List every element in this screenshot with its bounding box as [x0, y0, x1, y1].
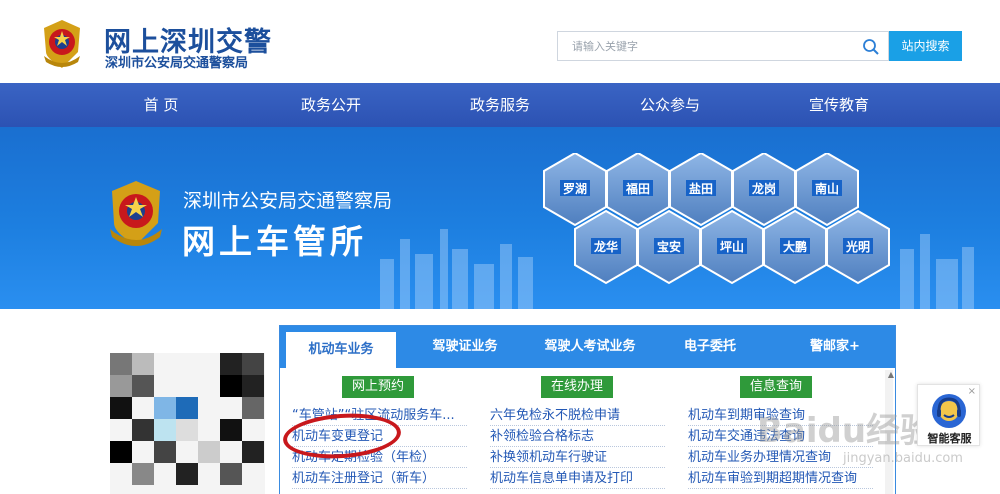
district-label: 盐田	[689, 181, 713, 196]
search-box	[557, 31, 889, 61]
banner-title: 网上车管所	[182, 222, 367, 261]
tab-vehicle-business[interactable]: 机动车业务	[286, 332, 396, 368]
banner-police-emblem-icon	[110, 181, 162, 246]
nav-item-government-affairs[interactable]: 政务公开	[276, 83, 386, 127]
list-item[interactable]: 补换领机动车行驶证	[490, 447, 665, 468]
site-subtitle: 深圳市公安局交通警察局	[105, 56, 249, 71]
page: 网上深圳交警 深圳市公安局交通警察局 站内搜索 首 页 政务公开 政务服务 公众…	[0, 0, 1000, 494]
smart-customer-service-label: 智能客服	[927, 432, 972, 445]
headset-agent-icon	[932, 394, 966, 428]
list-item[interactable]: 机动车业务办理情况查询	[688, 447, 873, 468]
list-item[interactable]: 机动车交通违法查询	[688, 426, 873, 447]
nav-item-publicity-education[interactable]: 宣传教育	[784, 83, 894, 127]
column-head-info-query: 信息查询	[740, 376, 812, 398]
close-icon[interactable]: ×	[968, 386, 976, 397]
nav-item-government-services[interactable]: 政务服务	[445, 83, 555, 127]
column-head-online-booking: 网上预约	[342, 376, 414, 398]
district-label: 大鹏	[783, 239, 807, 254]
list-item[interactable]: 机动车到期审验查询	[688, 405, 873, 426]
nav-item-public-participation[interactable]: 公众参与	[615, 83, 725, 127]
list-item[interactable]: 六年免检永不脱检申请	[490, 405, 665, 426]
district-hexagons: 罗湖 福田 盐田 龙岗 南山 龙华 宝安 坪山 大鹏 光明	[543, 153, 890, 285]
banner: 深圳市公安局交通警察局 网上车管所 罗湖 福田 盐田 龙岗 南山 龙华 宝安 坪…	[0, 127, 1000, 309]
list-item[interactable]: 机动车注册登记（新车）	[292, 468, 467, 489]
district-label: 坪山	[720, 239, 744, 254]
site-search-button[interactable]: 站内搜索	[889, 31, 962, 61]
district-label: 南山	[815, 181, 839, 196]
search-icon[interactable]	[862, 38, 880, 56]
district-label: 光明	[845, 239, 870, 254]
qr-code-image	[110, 353, 265, 494]
list-item[interactable]: 机动车审验到期超期情况查询	[688, 468, 873, 489]
column-head-online-handling: 在线办理	[541, 376, 613, 398]
district-label: 龙岗	[752, 181, 776, 196]
service-tabbar: 机动车业务 驾驶证业务 驾驶人考试业务 电子委托 警邮家+	[280, 326, 895, 368]
site-header: 网上深圳交警 深圳市公安局交通警察局 站内搜索	[0, 0, 1000, 83]
list-item[interactable]: 补领检验合格标志	[490, 426, 665, 447]
banner-department: 深圳市公安局交通警察局	[183, 190, 393, 212]
police-emblem-icon[interactable]	[38, 18, 86, 70]
list-item[interactable]: 机动车信息单申请及打印	[490, 468, 665, 489]
panel-scrollbar[interactable]	[885, 370, 893, 494]
main-nav: 首 页 政务公开 政务服务 公众参与 宣传教育	[0, 83, 1000, 127]
scroll-up-icon[interactable]: ▲	[888, 370, 894, 379]
service-panel: 机动车业务 驾驶证业务 驾驶人考试业务 电子委托 警邮家+ 网上预约 “车管站”…	[279, 325, 896, 494]
district-label: 宝安	[657, 239, 681, 254]
tab-police-post-home[interactable]: 警邮家+	[795, 332, 875, 362]
search-input[interactable]	[558, 32, 848, 60]
district-label: 龙华	[594, 239, 618, 254]
nav-item-home[interactable]: 首 页	[106, 83, 216, 127]
smart-customer-service-widget[interactable]: × 智能客服	[917, 384, 980, 446]
tab-driver-exam-business[interactable]: 驾驶人考试业务	[530, 332, 650, 362]
tab-electronic-entrustment[interactable]: 电子委托	[665, 332, 755, 362]
district-label: 福田	[625, 181, 650, 196]
tab-license-business[interactable]: 驾驶证业务	[410, 332, 520, 362]
district-label: 罗湖	[563, 181, 587, 196]
